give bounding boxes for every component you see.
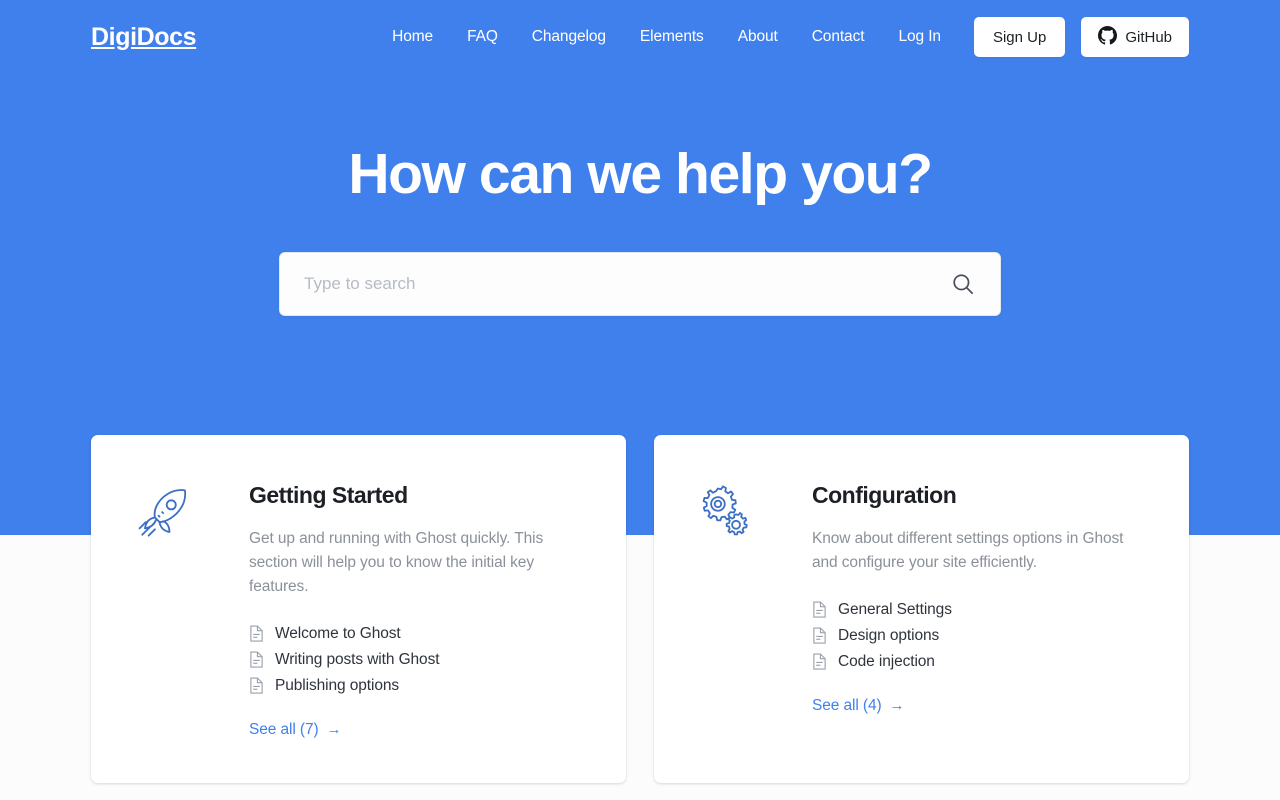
- page-title: How can we help you?: [348, 142, 933, 206]
- sign-up-button[interactable]: Sign Up: [973, 17, 1066, 57]
- file-icon: [249, 677, 264, 694]
- see-all-link[interactable]: See all (4) →: [812, 696, 905, 715]
- nav-link-elements[interactable]: Elements: [623, 20, 721, 54]
- card-title: Configuration: [812, 482, 957, 508]
- documentation-cards-grid: Getting Started Get up and running with …: [91, 435, 1189, 800]
- main-navigation: Home FAQ Changelog Elements About Contac…: [375, 17, 1189, 57]
- file-icon: [812, 601, 827, 618]
- nav-link-changelog[interactable]: Changelog: [515, 20, 623, 54]
- hero-section: How can we help you?: [0, 74, 1280, 316]
- card-description: Know about different settings options in…: [812, 529, 1124, 571]
- list-item-label: General Settings: [838, 600, 952, 618]
- card-title: Getting Started: [249, 482, 408, 508]
- file-icon: [812, 653, 827, 670]
- github-icon: [1098, 25, 1118, 49]
- rocket-icon: [135, 482, 211, 739]
- nav-link-login[interactable]: Log In: [881, 20, 958, 54]
- card-article-list: Welcome to Ghost Writing posts with Ghos…: [249, 621, 582, 699]
- github-button[interactable]: GitHub: [1081, 17, 1189, 57]
- nav-link-home[interactable]: Home: [375, 20, 450, 54]
- card-body: Configuration Know about different setti…: [774, 482, 1145, 739]
- arrow-right-icon: →: [326, 721, 342, 739]
- list-item[interactable]: General Settings: [812, 597, 1145, 623]
- list-item[interactable]: Design options: [812, 623, 1145, 649]
- nav-link-contact[interactable]: Contact: [795, 20, 882, 54]
- see-all-label: See all (7): [249, 720, 319, 738]
- brand-logo[interactable]: DigiDocs: [91, 23, 197, 52]
- search-bar[interactable]: [279, 251, 1001, 316]
- list-item[interactable]: Publishing options: [249, 673, 582, 699]
- doc-card-configuration[interactable]: Configuration Know about different setti…: [654, 435, 1189, 783]
- list-item-label: Writing posts with Ghost: [275, 650, 440, 668]
- github-label: GitHub: [1125, 28, 1172, 46]
- list-item[interactable]: Writing posts with Ghost: [249, 647, 582, 673]
- card-article-list: General Settings Design options Code inj…: [812, 597, 1145, 675]
- list-item-label: Welcome to Ghost: [275, 624, 401, 642]
- list-item[interactable]: Welcome to Ghost: [249, 621, 582, 647]
- file-icon: [249, 651, 264, 668]
- gears-icon: [698, 482, 774, 739]
- file-icon: [812, 627, 827, 644]
- list-item-label: Publishing options: [275, 676, 400, 694]
- arrow-right-icon: →: [889, 697, 905, 715]
- card-description: Get up and running with Ghost quickly. T…: [249, 529, 544, 595]
- see-all-label: See all (4): [812, 696, 882, 714]
- doc-card-getting-started[interactable]: Getting Started Get up and running with …: [91, 435, 626, 783]
- see-all-link[interactable]: See all (7) →: [249, 720, 342, 739]
- site-header: DigiDocs Home FAQ Changelog Elements Abo…: [0, 0, 1280, 74]
- file-icon: [249, 625, 264, 642]
- list-item-label: Code injection: [838, 652, 935, 670]
- search-input[interactable]: [304, 273, 950, 294]
- list-item-label: Design options: [838, 626, 940, 644]
- search-icon[interactable]: [950, 271, 976, 297]
- sign-up-label: Sign Up: [992, 28, 1047, 46]
- card-body: Getting Started Get up and running with …: [211, 482, 582, 739]
- nav-link-faq[interactable]: FAQ: [450, 20, 515, 54]
- list-item[interactable]: Code injection: [812, 649, 1145, 675]
- nav-link-about[interactable]: About: [721, 20, 795, 54]
